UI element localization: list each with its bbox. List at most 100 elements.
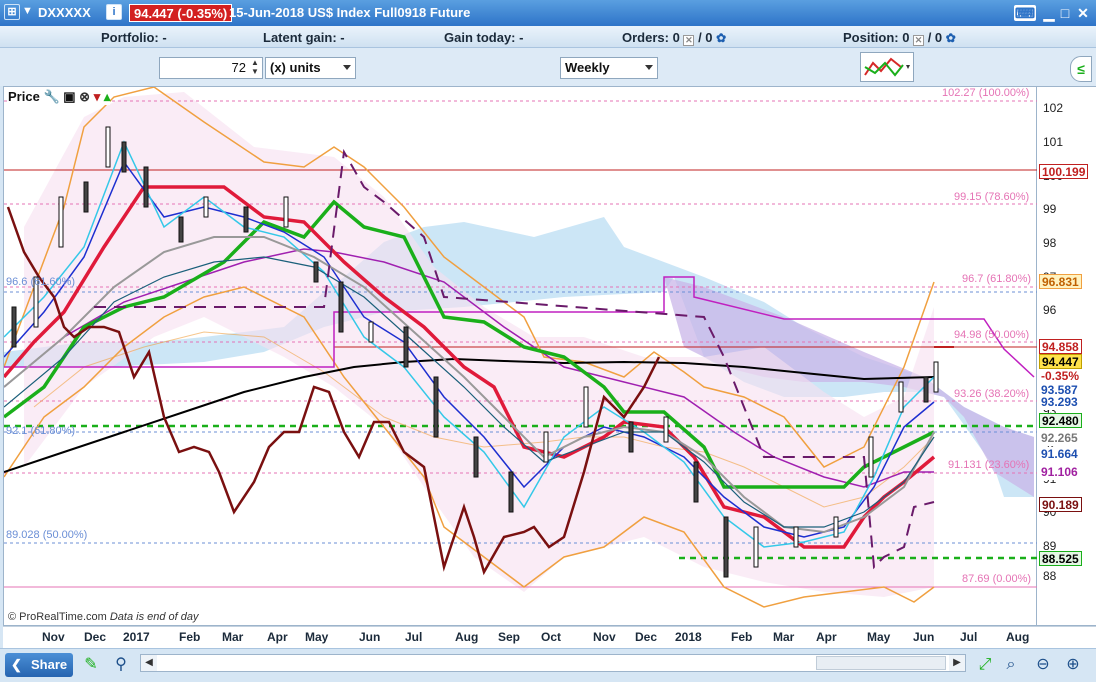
window-icon[interactable]: ▣	[63, 89, 75, 104]
gain-today-label: Gain today: -	[444, 30, 524, 45]
info-icon[interactable]: i	[106, 4, 122, 20]
y-tick: 102	[1043, 101, 1064, 115]
price-panel-header: Price 🔧 ▣ ⊗ ▾ ▴	[8, 89, 111, 105]
x-tick: Nov	[42, 630, 65, 644]
price-change-badge: 94.447 (-0.35%)	[129, 4, 233, 22]
share-button[interactable]: ❮ Share	[5, 653, 73, 677]
share-icon: ❮	[11, 657, 22, 672]
price-tag-support-upper: 92.480	[1039, 413, 1082, 428]
autoscale-icon[interactable]: ⤢	[974, 654, 996, 676]
keyboard-icon[interactable]: ⌨	[1014, 5, 1036, 21]
zoom-in-icon[interactable]: ⊕	[1062, 654, 1084, 676]
timeframe-select[interactable]: Weekly	[560, 57, 658, 79]
fib-label-100: 102.27 (100.00%)	[942, 87, 1030, 99]
price-tag-high: 94.858	[1039, 339, 1082, 354]
share-label: Share	[31, 657, 68, 672]
account-info-bar: Portfolio: - Latent gain: - Gain today: …	[0, 26, 1096, 48]
wrench-icon[interactable]: 🔧	[43, 89, 59, 104]
draw-tools-icon[interactable]: ✎	[80, 654, 102, 676]
x-tick: Mar	[222, 630, 244, 644]
price-tag-ma-blue: 93.293	[1039, 395, 1080, 410]
dropdown-arrow-icon[interactable]: ▼	[22, 5, 33, 17]
y-tick: 96	[1043, 303, 1057, 317]
units-select-label: (x) units	[270, 60, 321, 75]
latent-gain-label: Latent gain: -	[263, 30, 345, 45]
x-tick: Sep	[498, 630, 521, 644]
position-slash: / 0	[927, 30, 943, 45]
window-title: 15-Jun-2018 US$ Index Full0918 Future	[229, 5, 471, 20]
move-up-icon[interactable]: ▴	[104, 89, 111, 104]
x-tick: Aug	[1006, 630, 1030, 644]
chart-toolbar: 72 ▲ ▼ (x) units Weekly ≤	[0, 48, 1096, 86]
move-down-icon[interactable]: ▾	[94, 89, 101, 104]
x-tick: Apr	[267, 630, 288, 644]
units-select[interactable]: (x) units	[265, 57, 356, 79]
indicators-button[interactable]	[860, 52, 914, 82]
price-chart-canvas[interactable]	[4, 87, 1038, 627]
fib-label-618: 96.7 (61.80%)	[962, 273, 1032, 285]
orders-info: Orders: 0 ✕ / 0 ✿	[622, 30, 726, 46]
close-position-icon[interactable]: ✕	[913, 35, 925, 46]
close-panel-icon[interactable]: ⊗	[79, 89, 90, 104]
symbol-label[interactable]: DXXXXX	[38, 5, 91, 20]
x-tick: Jun	[359, 630, 381, 644]
chart-icon[interactable]: ⊞	[4, 4, 20, 20]
x-tick: Oct	[541, 630, 562, 644]
price-tag-support-lower: 88.525	[1039, 551, 1082, 566]
scroll-right-icon[interactable]: ▶	[949, 655, 965, 671]
price-tag-resistance: 100.199	[1039, 164, 1089, 179]
position-info: Position: 0 ✕ / 0 ✿	[843, 30, 956, 46]
scroll-left-icon[interactable]: ◀	[141, 655, 157, 671]
title-bar: ⊞ ▼ DXXXXX i 94.447 (-0.35%) 15-Jun-2018…	[0, 0, 1096, 26]
price-tag-ma-teal: 91.664	[1039, 447, 1080, 462]
y-tick: 99	[1043, 202, 1057, 216]
x-tick: Jul	[960, 630, 978, 644]
chevron-down-icon	[343, 65, 351, 70]
fib-label-382: 93.26 (38.20%)	[954, 388, 1030, 400]
x-tick: Jul	[405, 630, 423, 644]
y-tick: 101	[1043, 135, 1064, 149]
y-tick: 88	[1043, 569, 1057, 583]
x-tick: Nov	[593, 630, 616, 644]
fib-label-alt-616: 96.6 (61.60%)	[6, 276, 76, 288]
x-tick: Jun	[913, 630, 935, 644]
portfolio-label: Portfolio: -	[101, 30, 167, 45]
fib-label-786: 99.15 (78.60%)	[954, 191, 1030, 203]
price-axis[interactable]: 102 101 100 99 98 97 96 95 94 93 92 91 9…	[1037, 86, 1096, 626]
position-settings-icon[interactable]: ✿	[946, 31, 956, 45]
maximize-icon[interactable]: □	[1056, 5, 1074, 21]
cancel-orders-icon[interactable]: ✕	[683, 35, 695, 46]
x-tick: Feb	[179, 630, 201, 644]
time-axis[interactable]: Nov Dec 2017 Feb Mar Apr May Jun Jul Aug…	[3, 626, 1096, 648]
copyright-note: © ProRealTime.com Data is end of day	[8, 611, 199, 623]
time-scrollbar[interactable]: ◀ ▶	[140, 654, 966, 672]
fib-label-236: 91.131 (23.60%)	[948, 459, 1030, 471]
units-stepper-icon[interactable]: ▲ ▼	[251, 58, 259, 76]
indicators-icon	[864, 57, 910, 77]
price-tag-change: -0.35%	[1039, 369, 1082, 384]
bottom-toolbar: ❮ Share ✎ ⚲ ◀ ▶ ⤢ ⌕ ⊖ ⊕	[0, 648, 1096, 682]
x-tick: Dec	[635, 630, 658, 644]
close-icon[interactable]: ✕	[1074, 5, 1092, 21]
position-label: Position: 0	[843, 30, 910, 45]
price-chart[interactable]: Price 🔧 ▣ ⊗ ▾ ▴ 102.27 (100.00%) 99.15 (…	[3, 86, 1038, 627]
chevron-down-icon	[645, 65, 653, 70]
x-tick: Apr	[816, 630, 837, 644]
side-panel-toggle-icon[interactable]: ≤	[1070, 56, 1092, 82]
zoom-fit-icon[interactable]: ⌕	[1000, 654, 1022, 676]
orders-settings-icon[interactable]: ✿	[716, 31, 726, 45]
price-panel-label: Price	[8, 89, 40, 104]
fib-label-alt-618: 92.1 (61.80%)	[6, 425, 76, 437]
price-tag-ma-gray: 92.265	[1039, 431, 1080, 446]
units-input[interactable]: 72	[159, 57, 263, 79]
fib-label-alt-500: 89.028 (50.00%)	[6, 529, 88, 541]
copyright-text: © ProRealTime.com	[8, 611, 107, 623]
x-tick: Feb	[731, 630, 753, 644]
x-tick: May	[305, 630, 329, 644]
cursor-tools-icon[interactable]: ⚲	[110, 654, 132, 676]
scroll-thumb[interactable]	[816, 656, 946, 670]
fib-label-500: 94.98 (50.00%)	[954, 329, 1030, 341]
zoom-out-icon[interactable]: ⊖	[1032, 654, 1054, 676]
x-tick: 2017	[123, 630, 150, 644]
x-tick: Mar	[773, 630, 795, 644]
